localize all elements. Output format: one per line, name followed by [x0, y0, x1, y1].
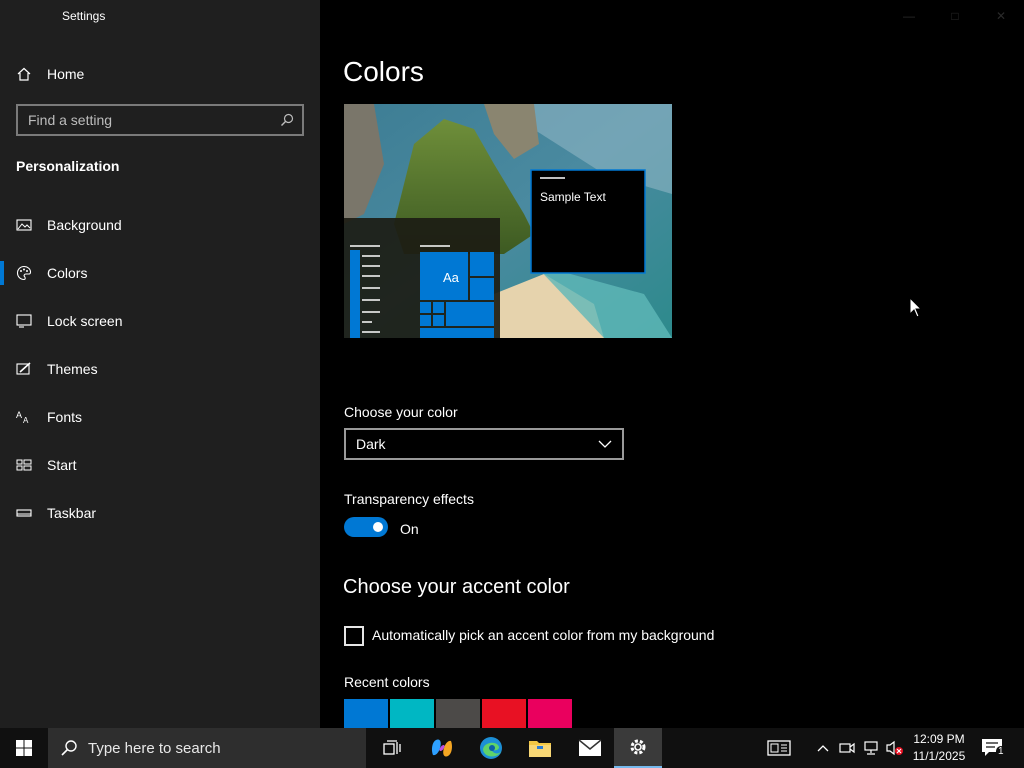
sidebar: Settings Home Personalization Background…	[0, 0, 320, 728]
camera-icon	[839, 742, 855, 754]
settings-taskbar-button[interactable]	[614, 728, 662, 768]
home-icon	[17, 67, 31, 81]
brush-icon	[16, 362, 31, 375]
meet-now-button[interactable]	[837, 738, 857, 758]
volume-button[interactable]	[885, 738, 905, 758]
preview-background-image	[344, 104, 672, 338]
recent-color-swatch[interactable]	[390, 699, 434, 728]
home-button[interactable]: Home	[16, 62, 84, 86]
start-button[interactable]	[0, 728, 48, 768]
copilot-icon	[432, 739, 452, 757]
find-setting-input[interactable]	[28, 112, 280, 128]
chevron-down-icon	[598, 440, 612, 448]
notification-count: 1	[996, 746, 1006, 757]
show-hidden-icons-button[interactable]	[813, 738, 833, 758]
transparency-label: Transparency effects	[344, 491, 474, 507]
recent-color-swatch[interactable]	[528, 699, 572, 728]
dropdown-value: Dark	[356, 436, 386, 452]
gear-icon	[630, 739, 646, 755]
sidebar-item-label: Background	[47, 217, 122, 233]
minimize-button[interactable]: —	[894, 4, 924, 28]
search-icon[interactable]	[280, 113, 294, 127]
volume-muted-icon	[886, 740, 903, 756]
sidebar-item-label: Lock screen	[47, 313, 123, 329]
file-explorer-button[interactable]	[516, 728, 564, 768]
windows-logo-icon	[16, 740, 32, 756]
task-view-icon	[383, 740, 401, 755]
auto-accent-checkbox[interactable]	[344, 626, 364, 646]
picture-icon	[16, 219, 32, 231]
taskbar-search[interactable]: Type here to search	[48, 728, 366, 768]
fonts-icon: AA	[16, 410, 29, 425]
news-icon	[767, 740, 791, 756]
news-widget-button[interactable]	[766, 738, 792, 758]
chevron-up-icon	[817, 745, 829, 752]
transparency-toggle[interactable]	[344, 517, 388, 537]
recent-color-swatch[interactable]	[482, 699, 526, 728]
tile-text: Aa	[443, 270, 459, 285]
home-label: Home	[47, 66, 85, 82]
choose-color-label: Choose your color	[344, 404, 458, 420]
recent-color-swatch[interactable]	[436, 699, 480, 728]
copilot-button[interactable]	[418, 728, 466, 768]
edge-icon	[480, 737, 502, 759]
start-icon	[16, 459, 32, 471]
sidebar-item-fonts[interactable]: AA Fonts	[0, 397, 320, 437]
sidebar-item-label: Themes	[47, 361, 98, 377]
sidebar-item-background[interactable]: Background	[0, 205, 320, 245]
task-view-button[interactable]	[368, 728, 416, 768]
section-title: Personalization	[16, 158, 120, 174]
taskbar: Type here to search 12:09 PM 11/1/2025 1	[0, 728, 1024, 768]
app-title: Settings	[62, 9, 106, 23]
page-title: Colors	[343, 56, 424, 87]
taskbar-clock[interactable]: 12:09 PM 11/1/2025	[906, 731, 972, 765]
selection-indicator	[0, 261, 4, 285]
sidebar-item-label: Colors	[47, 265, 88, 281]
sidebar-item-label: Fonts	[47, 409, 83, 425]
choose-color-dropdown[interactable]: Dark	[344, 428, 624, 460]
maximize-button[interactable]: □	[940, 4, 970, 28]
sidebar-item-label: Taskbar	[47, 505, 97, 521]
folder-icon	[529, 741, 551, 757]
sample-text: Sample Text	[540, 190, 606, 204]
taskbar-icon	[16, 509, 32, 517]
edge-button[interactable]	[467, 728, 515, 768]
sidebar-item-label: Start	[47, 457, 77, 473]
sidebar-item-colors[interactable]: Colors	[0, 253, 320, 293]
clock-date: 11/1/2025	[912, 749, 966, 763]
auto-accent-label: Automatically pick an accent color from …	[372, 627, 715, 643]
recent-color-swatch[interactable]	[344, 699, 388, 728]
svg-text:A: A	[23, 416, 29, 425]
mail-button[interactable]	[566, 728, 614, 768]
mouse-cursor	[909, 297, 923, 318]
clock-time: 12:09 PM	[913, 732, 965, 746]
lock-screen-icon	[16, 314, 32, 328]
palette-icon	[16, 265, 32, 281]
accent-heading: Choose your accent color	[343, 576, 570, 598]
svg-text:A: A	[16, 410, 22, 420]
close-button[interactable]: ✕	[986, 4, 1016, 28]
recent-colors-label: Recent colors	[344, 674, 430, 690]
find-setting-search[interactable]	[16, 104, 304, 136]
action-center-button[interactable]: 1	[980, 738, 1006, 758]
sidebar-item-start[interactable]: Start	[0, 445, 320, 485]
main-content: — □ ✕ Colors Aa Sample Text Choose your …	[320, 0, 1024, 728]
toggle-knob	[373, 522, 383, 532]
network-button[interactable]	[861, 738, 881, 758]
sidebar-item-lock-screen[interactable]: Lock screen	[0, 301, 320, 341]
color-preview: Aa Sample Text	[344, 104, 672, 338]
sidebar-item-themes[interactable]: Themes	[0, 349, 320, 389]
network-icon	[864, 741, 878, 755]
mail-icon	[578, 739, 602, 756]
search-icon	[61, 740, 77, 756]
taskbar-search-placeholder: Type here to search	[88, 739, 221, 757]
sidebar-item-taskbar[interactable]: Taskbar	[0, 493, 320, 533]
toggle-state: On	[400, 521, 419, 537]
